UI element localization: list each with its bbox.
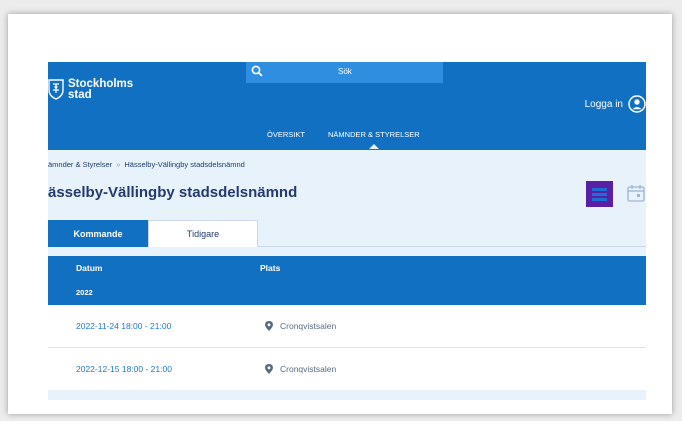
page: Stockholms stad Sök Logga in ÖVERSIKT NÄ… bbox=[48, 62, 646, 407]
table-row[interactable]: 2022-12-15 18:00 - 21:00 Cronqvistsalen bbox=[48, 348, 646, 391]
meeting-place-label: Cronqvistsalen bbox=[280, 321, 337, 331]
table-header: Datum Plats bbox=[48, 256, 646, 280]
site-logo[interactable]: Stockholms stad bbox=[48, 78, 138, 108]
tab-tidigare[interactable]: Tidigare bbox=[148, 220, 258, 247]
meeting-date-link[interactable]: 2022-12-15 18:00 - 21:00 bbox=[76, 364, 172, 374]
breadcrumb: ämnder & Styrelser » Hässelby-Vällingby st… bbox=[48, 160, 245, 169]
search-label: Sök bbox=[338, 67, 352, 76]
year-group-row: 2022 bbox=[48, 280, 646, 305]
breadcrumb-item-current: Hässelby-Vällingby stadsdelsnämnd bbox=[124, 160, 245, 169]
location-pin-icon bbox=[265, 321, 273, 331]
page-title: ässelby-Vällingby stadsdelsnämnd bbox=[48, 184, 298, 201]
breadcrumb-separator: » bbox=[116, 160, 121, 169]
nav-oversikt[interactable]: ÖVERSIKT bbox=[267, 130, 305, 139]
browser-frame: Stockholms stad Sök Logga in ÖVERSIKT NÄ… bbox=[8, 14, 672, 414]
tab-divider bbox=[258, 246, 646, 247]
breadcrumb-item-namnder[interactable]: ämnder & Styrelser bbox=[48, 160, 112, 169]
calendar-icon[interactable] bbox=[626, 183, 646, 203]
search-icon bbox=[251, 65, 263, 77]
list-view-icon-bar bbox=[592, 188, 607, 191]
logo-text: Stockholms stad bbox=[68, 78, 134, 101]
site-header: Stockholms stad Sök Logga in ÖVERSIKT NÄ… bbox=[48, 62, 646, 150]
meeting-place: Cronqvistsalen bbox=[265, 321, 336, 331]
crest-icon bbox=[48, 79, 64, 100]
table-footer-strip bbox=[48, 390, 646, 400]
meeting-place-label: Cronqvistsalen bbox=[280, 364, 337, 374]
list-view-button[interactable] bbox=[586, 181, 613, 207]
list-view-icon-bar bbox=[592, 193, 607, 196]
tab-kommande[interactable]: Kommande bbox=[48, 220, 148, 247]
column-header-datum: Datum bbox=[76, 263, 103, 273]
meeting-place: Cronqvistsalen bbox=[265, 364, 336, 374]
nav-namnder-styrelser[interactable]: NÄMNDER & STYRELSER bbox=[328, 130, 420, 149]
year-label: 2022 bbox=[76, 288, 93, 297]
location-pin-icon bbox=[265, 364, 273, 374]
table-row[interactable]: 2022-11-24 18:00 - 21:00 Cronqvistsalen bbox=[48, 305, 646, 348]
column-header-plats: Plats bbox=[260, 263, 281, 273]
search-bar[interactable]: Sök bbox=[246, 62, 443, 83]
login-button[interactable]: Logga in bbox=[585, 94, 646, 114]
list-view-icon-bar bbox=[592, 198, 607, 201]
login-label: Logga in bbox=[584, 98, 623, 110]
user-icon bbox=[628, 95, 646, 113]
meeting-date-link[interactable]: 2022-11-24 18:00 - 21:00 bbox=[76, 321, 171, 331]
page-intro: ämnder & Styrelser » Hässelby-Vällingby st… bbox=[48, 150, 646, 257]
